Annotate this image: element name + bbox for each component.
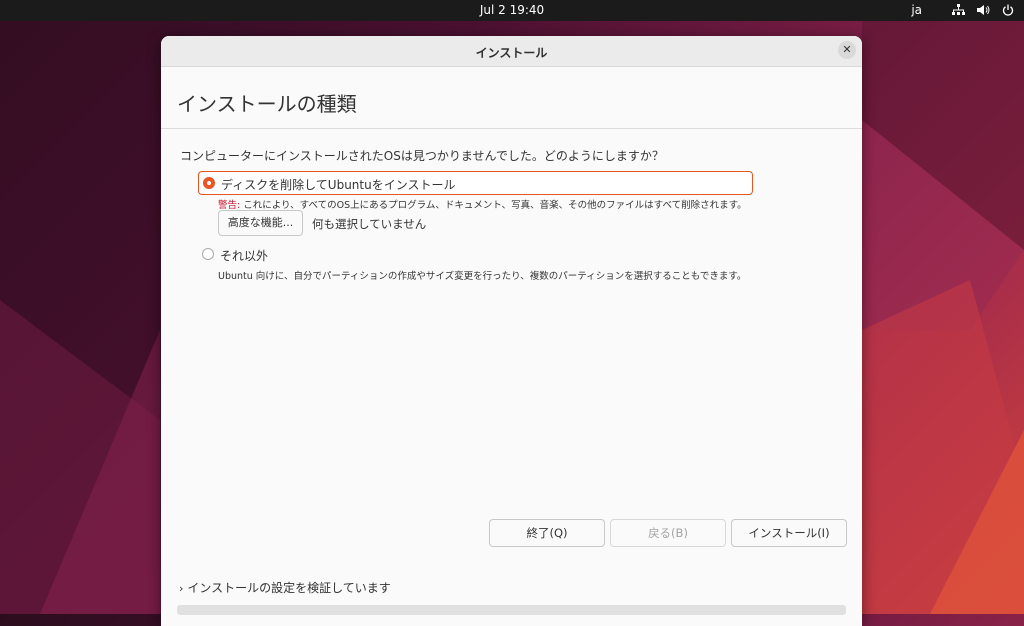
quit-button[interactable]: 終了(Q) (489, 519, 605, 547)
clock[interactable]: Jul 2 19:40 (0, 3, 1024, 17)
erase-disk-option[interactable]: ディスクを削除してUbuntuをインストール (198, 171, 753, 195)
something-else-radio[interactable] (202, 248, 214, 260)
chevron-right-icon[interactable]: › (179, 582, 183, 595)
installer-window: インストール ✕ インストールの種類 コンピューターにインストールされたOSは見… (161, 36, 862, 626)
erase-disk-label[interactable]: ディスクを削除してUbuntuをインストール (221, 176, 455, 193)
language-indicator[interactable]: ja (911, 3, 922, 17)
verify-expander[interactable]: › インストールの設定を検証しています (179, 579, 391, 596)
warning-text: これにより、すべてのOS上にあるプログラム、ドキュメント、写真、音楽、その他のフ… (240, 200, 747, 211)
system-tray[interactable]: ja (911, 3, 1014, 17)
erase-warning: 警告: これにより、すべてのOS上にあるプログラム、ドキュメント、写真、音楽、そ… (218, 197, 747, 211)
back-button[interactable]: 戻る(B) (610, 519, 726, 547)
title-bar[interactable]: インストール ✕ (161, 36, 862, 67)
advanced-features-button[interactable]: 高度な機能... (218, 210, 303, 236)
advanced-status-text: 何も選択していません (312, 217, 427, 231)
close-button[interactable]: ✕ (838, 41, 856, 59)
page-title: インストールの種類 (177, 92, 357, 116)
top-bar: Jul 2 19:40 ja (0, 0, 1024, 21)
erase-disk-radio[interactable] (203, 177, 215, 189)
verify-status-text: インストールの設定を検証しています (187, 581, 391, 595)
network-icon[interactable] (952, 4, 965, 16)
page-header: インストールの種類 (161, 67, 862, 129)
question-text: コンピューターにインストールされたOSは見つかりませんでした。どのようにしますか… (180, 149, 664, 163)
power-icon[interactable] (1002, 4, 1014, 16)
something-else-label[interactable]: それ以外 (220, 247, 268, 264)
install-button[interactable]: インストール(I) (731, 519, 847, 547)
volume-icon[interactable] (977, 4, 990, 16)
something-else-description: Ubuntu 向けに、自分でパーティションの作成やサイズ変更を行ったり、複数のパ… (218, 271, 747, 282)
window-title: インストール (475, 46, 548, 60)
